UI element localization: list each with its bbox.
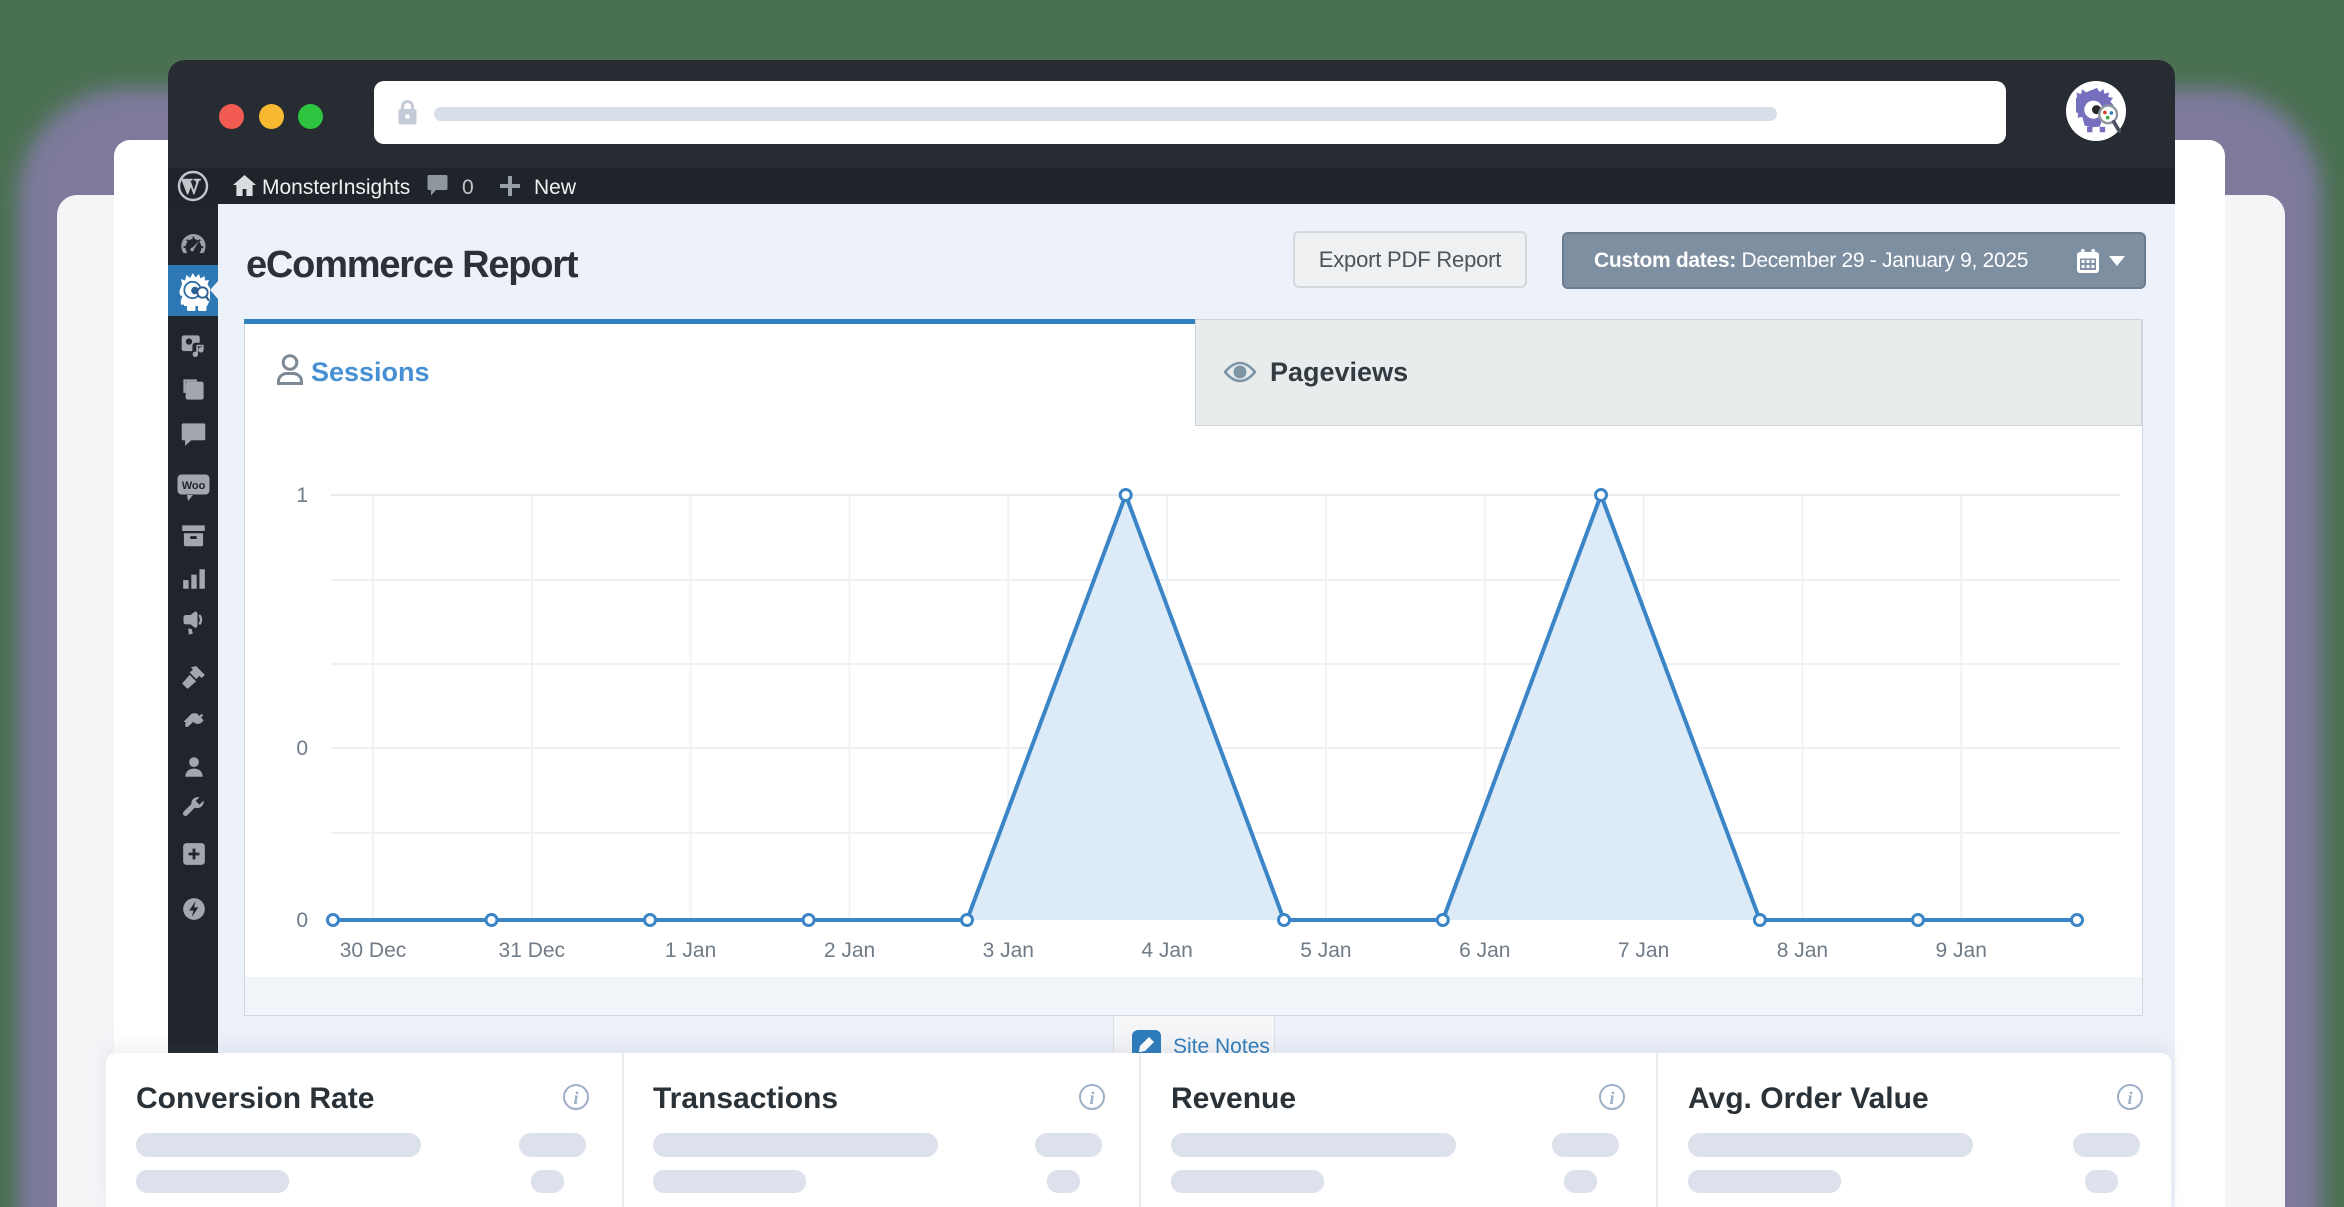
svg-text:7 Jan: 7 Jan (1618, 939, 1669, 962)
svg-text:3 Jan: 3 Jan (983, 939, 1034, 962)
svg-text:Woo: Woo (182, 480, 206, 492)
svg-text:30 Dec: 30 Dec (340, 939, 407, 962)
svg-text:9 Jan: 9 Jan (1936, 939, 1987, 962)
svg-text:1 Jan: 1 Jan (665, 939, 716, 962)
svg-text:31 Dec: 31 Dec (499, 939, 566, 962)
svg-text:1: 1 (296, 484, 308, 507)
svg-text:0: 0 (296, 737, 308, 760)
svg-text:4 Jan: 4 Jan (1141, 939, 1192, 962)
svg-text:2 Jan: 2 Jan (824, 939, 875, 962)
svg-text:8 Jan: 8 Jan (1777, 939, 1828, 962)
svg-text:0: 0 (296, 909, 308, 932)
svg-text:5 Jan: 5 Jan (1300, 939, 1351, 962)
svg-text:6 Jan: 6 Jan (1459, 939, 1510, 962)
